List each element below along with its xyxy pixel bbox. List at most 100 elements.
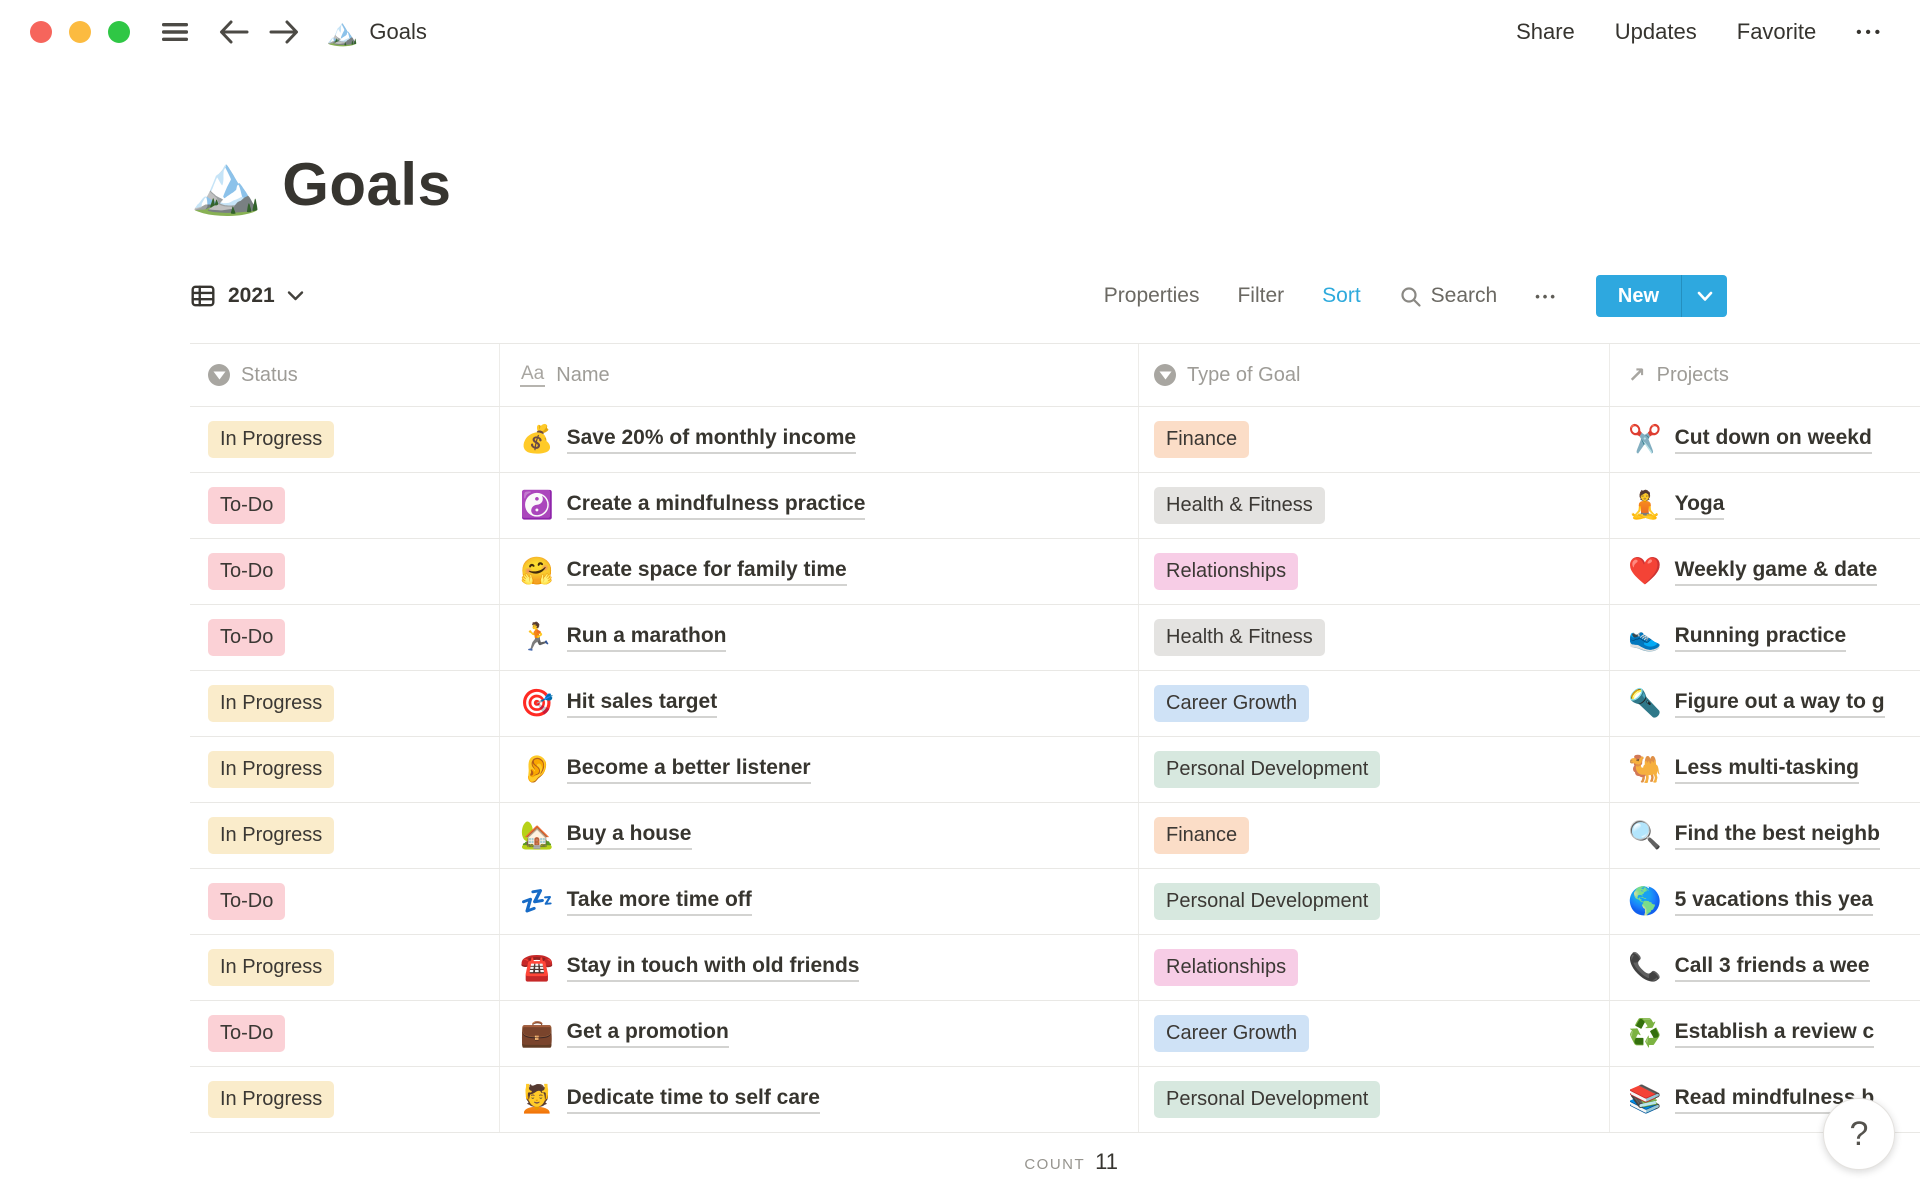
project-link[interactable]: Figure out a way to g [1674,690,1885,718]
goal-title-link[interactable]: Take more time off [566,888,752,916]
sidebar-toggle-icon[interactable] [160,20,190,44]
project-link[interactable]: Cut down on weekd [1674,426,1872,454]
type-cell[interactable]: Personal Development [1139,737,1610,802]
name-cell[interactable]: 🏃 Run a marathon [500,605,1139,670]
name-cell[interactable]: 💤 Take more time off [500,869,1139,934]
favorite-button[interactable]: Favorite [1737,19,1816,45]
status-cell[interactable]: In Progress [190,1067,500,1132]
projects-cell[interactable]: 🔦 Figure out a way to g [1610,671,1920,736]
project-link[interactable]: Establish a review c [1674,1020,1875,1048]
projects-cell[interactable]: ❤️ Weekly game & date [1610,539,1920,604]
properties-button[interactable]: Properties [1104,284,1200,308]
zoom-window-button[interactable] [108,21,130,43]
status-cell[interactable]: In Progress [190,935,500,1000]
goal-title-link[interactable]: Create a mindfulness practice [566,492,866,520]
type-cell[interactable]: Finance [1139,407,1610,472]
project-link[interactable]: Yoga [1674,492,1725,520]
name-cell[interactable]: 💼 Get a promotion [500,1001,1139,1066]
projects-cell[interactable]: ✂️ Cut down on weekd [1610,407,1920,472]
projects-cell[interactable]: 🔍 Find the best neighb [1610,803,1920,868]
projects-cell[interactable]: ♻️ Establish a review c [1610,1001,1920,1066]
column-header-status[interactable]: Status [190,344,500,406]
name-cell[interactable]: 🤗 Create space for family time [500,539,1139,604]
goal-title-link[interactable]: Stay in touch with old friends [566,954,860,982]
projects-cell[interactable]: 📞 Call 3 friends a wee [1610,935,1920,1000]
goal-title-link[interactable]: Create space for family time [566,558,847,586]
more-menu-icon[interactable]: ••• [1856,24,1884,41]
status-cell[interactable]: In Progress [190,671,500,736]
type-tag: Career Growth [1154,685,1310,722]
type-cell[interactable]: Relationships [1139,539,1610,604]
forward-icon[interactable] [268,18,300,46]
goal-title-link[interactable]: Become a better listener [566,756,811,784]
project-link[interactable]: 5 vacations this yea [1674,888,1874,916]
name-cell[interactable]: 👂 Become a better listener [500,737,1139,802]
column-header-name[interactable]: Aa Name [500,344,1139,406]
column-header-type[interactable]: Type of Goal [1139,344,1610,406]
type-cell[interactable]: Health & Fitness [1139,605,1610,670]
view-options-icon[interactable]: ••• [1535,289,1558,304]
filter-button[interactable]: Filter [1237,284,1284,308]
new-button[interactable]: New [1595,275,1727,317]
name-cell[interactable]: 💰 Save 20% of monthly income [500,407,1139,472]
project-link[interactable]: Find the best neighb [1674,822,1880,850]
type-cell[interactable]: Personal Development [1139,869,1610,934]
status-cell[interactable]: To-Do [190,539,500,604]
project-emoji-icon: 🧘 [1628,490,1662,520]
projects-cell[interactable]: 🌎 5 vacations this yea [1610,869,1920,934]
goal-title-link[interactable]: Save 20% of monthly income [566,426,857,454]
goal-title-link[interactable]: Buy a house [566,822,692,850]
table-row: To-Do 💼 Get a promotion Career Growth ♻️… [190,1001,1920,1067]
status-cell[interactable]: To-Do [190,473,500,538]
type-cell[interactable]: Career Growth [1139,1001,1610,1066]
project-link[interactable]: Less multi-tasking [1674,756,1860,784]
projects-cell[interactable]: 🧘 Yoga [1610,473,1920,538]
status-cell[interactable]: In Progress [190,803,500,868]
type-cell[interactable]: Finance [1139,803,1610,868]
name-cell[interactable]: 🎯 Hit sales target [500,671,1139,736]
status-cell[interactable]: In Progress [190,407,500,472]
status-cell[interactable]: To-Do [190,1001,500,1066]
back-icon[interactable] [218,18,250,46]
count-footer[interactable]: COUNT 11 [190,1149,1139,1175]
status-cell[interactable]: To-Do [190,869,500,934]
project-link[interactable]: Running practice [1674,624,1847,652]
project-link[interactable]: Weekly game & date [1674,558,1878,586]
projects-cell[interactable]: 🐫 Less multi-tasking [1610,737,1920,802]
column-header-projects[interactable]: ↗ Projects [1610,344,1920,406]
new-dropdown-button[interactable] [1681,275,1727,317]
close-window-button[interactable] [30,21,52,43]
status-tag: To-Do [208,883,286,920]
type-tag: Health & Fitness [1154,487,1325,524]
goal-title-link[interactable]: Get a promotion [566,1020,729,1048]
status-cell[interactable]: In Progress [190,737,500,802]
name-cell[interactable]: ☯️ Create a mindfulness practice [500,473,1139,538]
name-cell[interactable]: 🏡 Buy a house [500,803,1139,868]
goal-title-link[interactable]: Hit sales target [566,690,718,718]
status-cell[interactable]: To-Do [190,605,500,670]
new-button-label[interactable]: New [1596,275,1681,317]
type-cell[interactable]: Health & Fitness [1139,473,1610,538]
page-title[interactable]: Goals [282,150,451,219]
share-button[interactable]: Share [1516,19,1575,45]
table-row: In Progress 💰 Save 20% of monthly income… [190,407,1920,473]
type-cell[interactable]: Relationships [1139,935,1610,1000]
view-switcher[interactable]: 2021 [190,283,304,309]
goal-title-link[interactable]: Dedicate time to self care [566,1086,820,1114]
updates-button[interactable]: Updates [1615,19,1697,45]
breadcrumb[interactable]: 🏔️ Goals [326,19,427,45]
goal-emoji-icon: 🏡 [520,820,554,850]
type-cell[interactable]: Personal Development [1139,1067,1610,1132]
name-cell[interactable]: ☎️ Stay in touch with old friends [500,935,1139,1000]
search-button[interactable]: Search [1399,284,1497,308]
sort-button[interactable]: Sort [1322,284,1361,308]
type-cell[interactable]: Career Growth [1139,671,1610,736]
minimize-window-button[interactable] [69,21,91,43]
goal-title-link[interactable]: Run a marathon [566,624,727,652]
project-link[interactable]: Call 3 friends a wee [1674,954,1870,982]
projects-cell[interactable]: 👟 Running practice [1610,605,1920,670]
help-button[interactable]: ? [1823,1098,1895,1170]
name-cell[interactable]: 💆 Dedicate time to self care [500,1067,1139,1132]
status-tag: To-Do [208,1015,286,1052]
page-emoji-icon[interactable]: 🏔️ [190,155,262,214]
